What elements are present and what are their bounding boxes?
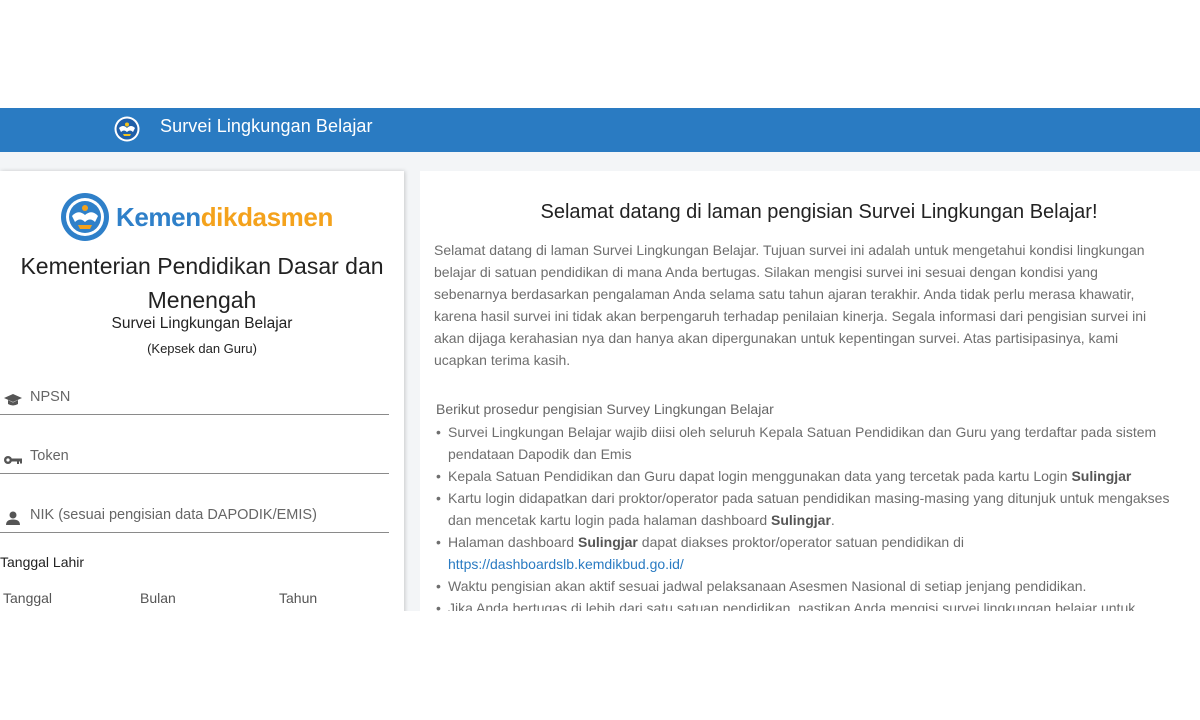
- brand-word-part2: dikdasmen: [200, 201, 334, 232]
- tut-wuri-handayani-logo-icon[interactable]: [114, 116, 140, 142]
- list-item: Kartu login didapatkan dari proktor/oper…: [436, 487, 1175, 531]
- birth-year-select[interactable]: Tahun: [279, 590, 317, 606]
- procedure-5-text: Waktu pengisian akan aktif sesuai jadwal…: [448, 578, 1087, 594]
- procedure-3-emphasis: Sulingjar: [771, 512, 831, 528]
- ministry-name: Kementerian Pendidikan Dasar dan Menenga…: [0, 249, 404, 317]
- birthdate-label: Tanggal Lahir: [0, 554, 85, 570]
- procedure-6-text: Jika Anda bertugas di lebih dari satu sa…: [448, 600, 1136, 611]
- welcome-panel: Selamat datang di laman pengisian Survei…: [420, 171, 1200, 611]
- procedure-1-text: Survei Lingkungan Belajar wajib diisi ol…: [448, 424, 1157, 462]
- survey-name: Survei Lingkungan Belajar: [111, 315, 293, 332]
- token-input[interactable]: [30, 445, 380, 467]
- procedure-4-text: Halaman dashboard: [448, 534, 578, 550]
- token-field: [0, 441, 389, 474]
- birth-day-select[interactable]: Tanggal: [3, 590, 52, 606]
- ministry-logo-icon: [61, 193, 109, 241]
- npsn-input[interactable]: [30, 386, 380, 408]
- procedure-2-emphasis: Sulingjar: [1071, 468, 1132, 484]
- brand-wordmark: Kemendikdasmen: [116, 202, 333, 233]
- ministry-brand: Kemendikdasmen: [60, 191, 333, 243]
- dashboard-link[interactable]: https://dashboardslb.kemdikbud.go.id/: [448, 556, 684, 572]
- procedure-3-end: .: [830, 512, 835, 528]
- list-item: Jika Anda bertugas di lebih dari satu sa…: [436, 597, 1175, 611]
- brand-word-part1: Kemen: [116, 201, 201, 232]
- birth-month-select[interactable]: Bulan: [140, 590, 176, 606]
- ministry-name-line2: Menengah: [147, 287, 257, 313]
- page-viewport: Survei Lingkungan Belajar Kemendikdasmen…: [0, 108, 1200, 611]
- graduation-cap-icon: [3, 392, 23, 408]
- person-icon: [3, 510, 23, 526]
- ministry-name-line1: Kementerian Pendidikan Dasar dan: [20, 253, 384, 279]
- login-panel: Kemendikdasmen Kementerian Pendidikan Da…: [0, 171, 404, 611]
- key-icon: [3, 451, 23, 467]
- app-title[interactable]: Survei Lingkungan Belajar: [160, 116, 373, 137]
- list-item: Kepala Satuan Pendidikan dan Guru dapat …: [436, 465, 1175, 487]
- top-navbar: Survei Lingkungan Belajar: [0, 108, 1200, 152]
- procedure-4-emphasis: Sulingjar: [577, 534, 638, 550]
- welcome-title: Selamat datang di laman pengisian Survei…: [540, 201, 1098, 223]
- nik-field: [0, 500, 389, 533]
- list-item: Halaman dashboard Sulingjar dapat diakse…: [436, 531, 1175, 575]
- survey-audience: (Kepsek dan Guru): [147, 341, 257, 356]
- procedure-heading: Berikut prosedur pengisian Survey Lingku…: [436, 401, 774, 417]
- procedure-2-text: Kepala Satuan Pendidikan dan Guru dapat …: [448, 468, 1072, 484]
- list-item: Waktu pengisian akan aktif sesuai jadwal…: [436, 575, 1175, 597]
- welcome-intro: Selamat datang di laman Survei Lingkunga…: [434, 242, 1147, 368]
- list-item: Survei Lingkungan Belajar wajib diisi ol…: [436, 421, 1175, 465]
- procedure-list: Survei Lingkungan Belajar wajib diisi ol…: [436, 421, 1175, 611]
- procedure-4-text-end: dapat diakses proktor/operator satuan pe…: [637, 534, 964, 550]
- nik-input[interactable]: [30, 504, 380, 526]
- npsn-field: [0, 382, 389, 415]
